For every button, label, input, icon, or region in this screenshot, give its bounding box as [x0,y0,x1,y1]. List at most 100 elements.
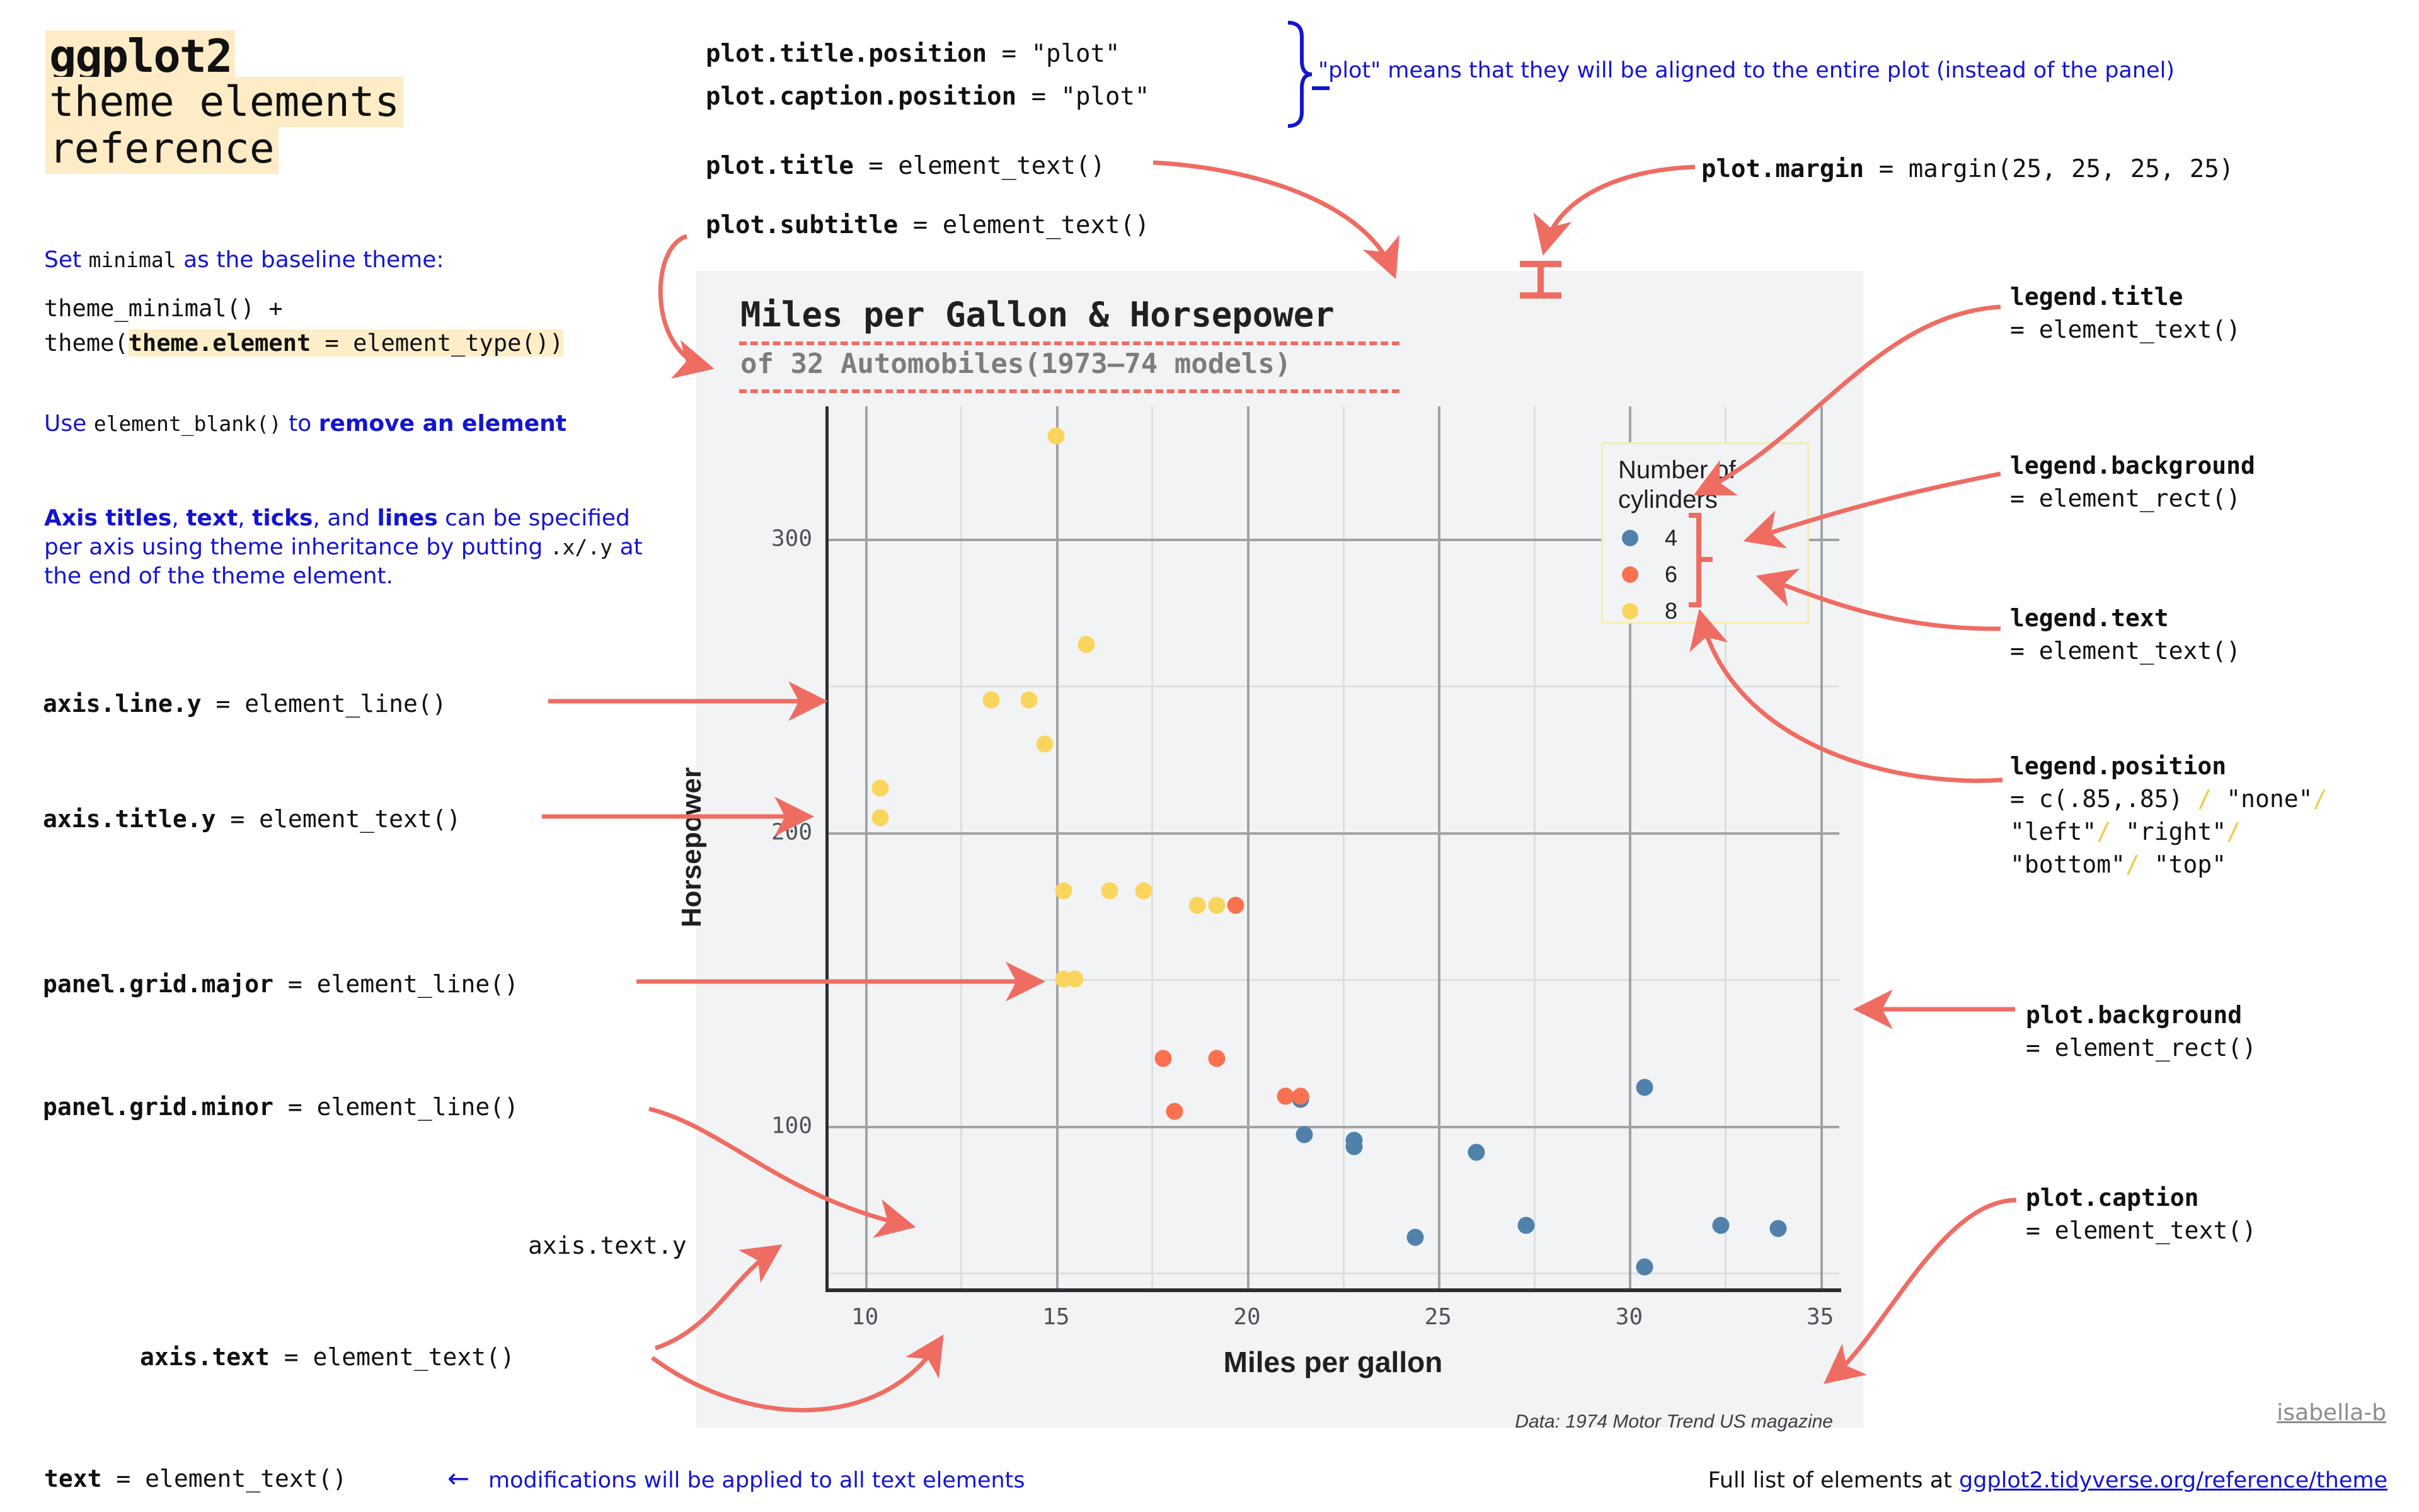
label-legend-text: legend.text = element_text() [2010,604,2241,665]
label-panel-grid-major: panel.grid.major = element_line() [43,970,519,998]
scatter-point [1636,1258,1653,1276]
code-line-1: theme_minimal() + [44,295,283,322]
plot-subtitle-underline [739,389,1399,393]
scatter-point [1208,1050,1226,1067]
label-axis-text: axis.text = element_text() [140,1343,515,1371]
legend-label: 6 [1665,561,1678,587]
axis-text-x: 25 [1424,1304,1452,1330]
scatter-point [1277,1087,1294,1105]
scatter-point [1468,1143,1485,1161]
axis-title-y: Horsepower [676,767,707,928]
legend-background: Number of cylinders 4 6 8 [1601,442,1809,624]
axis-title-x: Miles per gallon [1223,1346,1443,1378]
footer-text-element: text = element_text() [44,1465,347,1492]
label-legend-title: legend.title = element_text() [2010,283,2241,343]
scatter-point [982,691,1000,709]
scatter-point [871,809,889,827]
scatter-point [1077,636,1095,653]
axis-text-x: 30 [1615,1304,1643,1330]
axis-text-y: 300 [771,525,812,552]
plot-subtitle: of 32 Automobiles(1973–74 models) [740,348,1292,380]
arrow-plot-title [1152,160,1399,279]
label-plot-caption-position: plot.caption.position = "plot" [706,83,1150,111]
label-legend-position: legend.position = c(.85,.85) / "none"/ "… [2010,752,2328,878]
plot-caption: Data: 1974 Motor Trend US magazine [1515,1411,1833,1432]
axis-line-x [825,1288,1841,1292]
baseline-theme-code: theme_minimal() + theme(theme.element = … [44,291,564,360]
grid-minor-y [827,1273,1839,1275]
label-panel-grid-minor: panel.grid.minor = element_line() [43,1093,519,1121]
scatter-point [1712,1217,1730,1234]
scatter-point [1345,1131,1363,1149]
legend-key-icon [1622,530,1638,546]
axis-line-y [825,406,829,1290]
legend-entry[interactable]: 8 [1622,598,1677,624]
axis-text-x: 15 [1042,1304,1070,1330]
label-axis-text-y: axis.text.y [528,1232,687,1259]
scatter-point [1292,1087,1309,1105]
page-title-line-1: ggplot2 [45,30,236,82]
axis-text-x: 35 [1806,1304,1834,1330]
axis-inheritance-note: Axis titles, text, ticks, and lines can … [44,505,643,589]
label-plot-title-position: plot.title.position = "plot" [706,40,1120,68]
scatter-point [1517,1217,1535,1234]
scatter-point [1188,896,1206,914]
grid-minor-y [827,978,1839,981]
page-title-line-2: theme elements [45,77,404,127]
scatter-point [1208,896,1226,914]
plot-title-underline [739,341,1399,345]
axis-text-y: 100 [771,1113,812,1139]
legend-entry[interactable]: 6 [1622,561,1677,588]
author-credit-link[interactable]: isabella-b [2277,1400,2386,1426]
legend-label: 8 [1665,598,1678,624]
grid-major-y [827,1125,1839,1128]
page-title-line-3: reference [45,123,279,174]
legend-title-line-2: cylinders [1618,486,1718,513]
label-axis-line-y: axis.line.y = element_line() [43,690,447,718]
scatter-point [1769,1220,1787,1237]
label-plot-subtitle: plot.subtitle = element_text() [706,211,1150,239]
scatter-point [1036,735,1054,753]
label-plot-margin: plot.margin = margin(25, 25, 25, 25) [1701,155,2234,183]
code-line-2: theme(theme.element = element_type()) [44,329,564,357]
legend-entry[interactable]: 4 [1622,525,1677,551]
scatter-point [1135,882,1152,900]
axis-text-x: 10 [851,1304,879,1330]
scatter-point [1636,1079,1653,1096]
scatter-point [1101,882,1118,900]
blue-brace [1287,21,1313,128]
legend-key-icon [1622,603,1638,619]
scatter-point [1047,427,1065,445]
footer-left-arrow-icon: ← [447,1463,470,1494]
scatter-point [871,779,889,797]
scatter-point [1296,1126,1313,1143]
axis-text-x: 20 [1233,1304,1261,1330]
scatter-point [1227,896,1244,914]
element-blank-note: Use element_blank() to remove an element [44,411,566,437]
footer-reference-link-row: Full list of elements at ggplot2.tidyver… [1708,1468,2387,1493]
legend-title-line-1: Number of [1618,456,1736,484]
scatter-point [1020,691,1038,709]
footer-reference-prefix: Full list of elements at [1708,1468,1959,1493]
label-legend-background: legend.background = element_rect() [2010,452,2255,512]
scatter-point [1055,882,1072,900]
label-axis-title-y: axis.title.y = element_text() [43,805,461,833]
plot-title: Miles per Gallon & Horsepower [740,295,1335,335]
brace-note: "plot" means that they will be aligned t… [1318,58,2175,83]
baseline-theme-note: Set minimal as the baseline theme: [44,247,444,273]
arrow-plot-margin [1533,164,1696,256]
scatter-point [1154,1050,1172,1067]
scatter-point [1055,970,1072,988]
label-plot-caption: plot.caption = element_text() [2026,1184,2257,1244]
scatter-point [1406,1228,1424,1246]
legend-label: 4 [1665,525,1678,551]
grid-minor-y [827,685,1839,687]
scatter-point [1166,1102,1183,1120]
legend-key-icon [1622,566,1638,583]
axis-text-y: 200 [771,819,812,845]
theme-reference-link[interactable]: ggplot2.tidyverse.org/reference/theme [1959,1468,2387,1493]
label-plot-title: plot.title = element_text() [706,152,1105,180]
footer-note: modifications will be applied to all tex… [488,1468,1025,1493]
grid-major-y [827,832,1839,835]
plot-panel: 100 200 300 10 15 20 25 30 35 Horsepower Miles … [676,406,1841,1432]
